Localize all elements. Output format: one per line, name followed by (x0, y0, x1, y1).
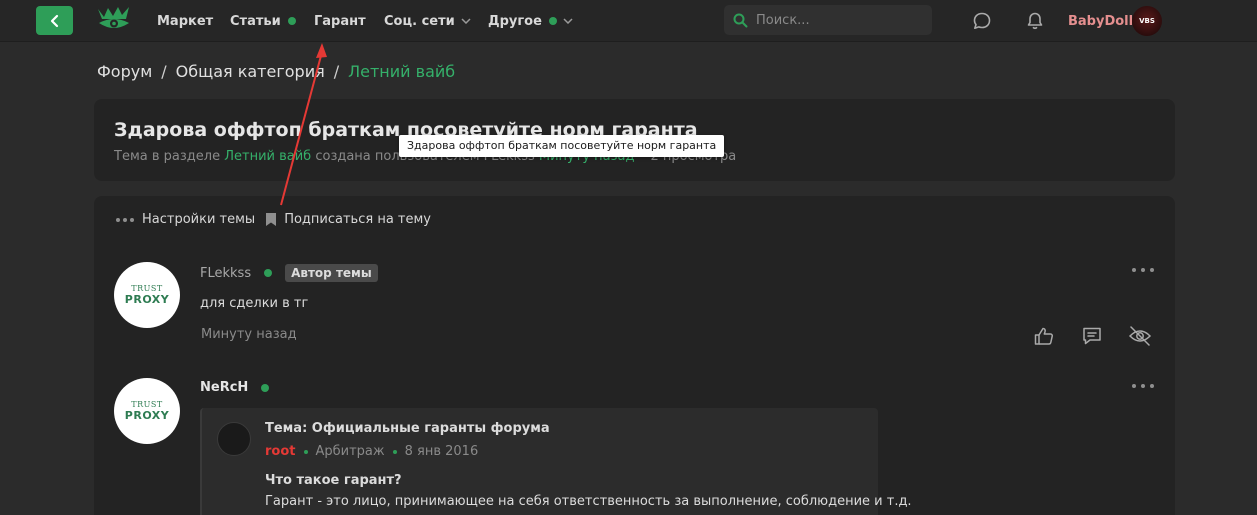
quote-user[interactable]: root (265, 444, 296, 459)
quote-avatar[interactable] (217, 422, 251, 456)
nav-market[interactable]: Маркет (157, 0, 213, 42)
avatar-text: VBS (1139, 17, 1155, 25)
breadcrumb-section[interactable]: Летний вайб (348, 62, 455, 81)
hide-button[interactable] (1127, 323, 1153, 349)
quote-body: Гарант - это лицо, принимающее на себя о… (265, 494, 912, 509)
reply-button[interactable] (1079, 323, 1105, 349)
thread-toolbar: Настройки темы Подписаться на тему (116, 212, 442, 227)
dot (1150, 268, 1154, 272)
online-dot (548, 17, 557, 25)
quote-section[interactable]: Арбитраж (316, 444, 385, 459)
dot (1132, 384, 1136, 388)
nav-other-label: Другое (488, 13, 542, 29)
bell-icon (1027, 12, 1043, 30)
avatar-text-bottom: PROXY (124, 409, 170, 422)
subscribe-label: Подписаться на тему (284, 212, 431, 227)
meta-dot (392, 449, 397, 454)
breadcrumb: Форум / Общая категория / Летний вайб (97, 60, 455, 82)
user-avatar[interactable]: VBS (1132, 6, 1162, 36)
nav-market-label: Маркет (157, 13, 214, 29)
chevron-left-icon (50, 14, 58, 27)
logo-icon (98, 7, 129, 28)
quote-block: Тема: Официальные гаранты форума root Ар… (200, 408, 912, 515)
bookmark-icon (266, 213, 277, 226)
quote-date: 8 янв 2016 (404, 444, 479, 459)
nav-guarantor[interactable]: Гарант (314, 0, 366, 42)
quote-title[interactable]: Тема: Официальные гаранты форума (265, 421, 550, 436)
chat-bubble-icon (973, 12, 991, 29)
breadcrumb-category[interactable]: Общая категория (176, 62, 325, 81)
search-icon (733, 13, 748, 27)
post-avatar[interactable]: TRUST PROXY (114, 378, 180, 444)
post-author-name[interactable]: NeRcH (200, 380, 248, 395)
author-badge: Автор темы (285, 264, 378, 282)
post-menu-button[interactable] (1132, 265, 1154, 275)
title-tooltip: Здарова оффтоп браткам посоветуйте норм … (399, 135, 725, 157)
nav-social-label: Соц. сети (384, 13, 455, 29)
avatar-text-top: TRUST (131, 400, 163, 409)
nav-social[interactable]: Соц. сети (384, 0, 471, 42)
quote-heading: Что такое гарант? (265, 473, 402, 488)
thread-settings-button[interactable]: Настройки темы (116, 212, 255, 227)
dot (1132, 268, 1136, 272)
subscribe-button[interactable]: Подписаться на тему (266, 212, 431, 227)
breadcrumb-separator: / (161, 61, 167, 81)
post-body: для сделки в тг (200, 296, 309, 311)
online-dot (261, 383, 270, 392)
chevron-down-icon (461, 18, 471, 24)
nav-guarantor-label: Гарант (314, 13, 366, 29)
meta-dot (303, 449, 308, 454)
username-link[interactable]: BabyDoll (1068, 0, 1133, 42)
avatar-text-top: TRUST (131, 284, 163, 293)
dot (1141, 384, 1145, 388)
like-button[interactable] (1031, 323, 1057, 349)
dots-horizontal-icon (116, 217, 134, 222)
chevron-down-icon (563, 18, 573, 24)
comment-icon (1083, 327, 1101, 345)
top-navbar: Маркет Статьи Гарант Соц. сети Другое Ba… (0, 0, 1257, 42)
dot (1150, 384, 1154, 388)
post-author-row: FLekkss Автор темы (200, 264, 378, 282)
online-dot (264, 269, 273, 277)
post-time[interactable]: Минуту назад (201, 327, 297, 342)
thread-settings-label: Настройки темы (142, 212, 256, 227)
post-author-row: NeRcH (200, 380, 270, 395)
messages-button[interactable] (970, 9, 994, 33)
post-author-name[interactable]: FLekkss (200, 266, 251, 281)
search-box[interactable] (724, 5, 932, 35)
dot (1141, 268, 1145, 272)
avatar-text-bottom: PROXY (124, 293, 170, 306)
eye-off-icon (1128, 326, 1152, 346)
site-logo[interactable] (96, 5, 132, 37)
post-menu-button[interactable] (1132, 381, 1154, 391)
notifications-button[interactable] (1023, 9, 1047, 33)
breadcrumb-forum[interactable]: Форум (97, 62, 152, 81)
thumbs-up-icon (1034, 327, 1054, 345)
post-avatar[interactable]: TRUST PROXY (114, 262, 180, 328)
search-input[interactable] (756, 12, 916, 28)
online-dot (287, 17, 296, 25)
meta-section-link[interactable]: Летний вайб (224, 149, 311, 164)
nav-articles-label: Статьи (230, 13, 281, 29)
back-button[interactable] (36, 6, 73, 35)
breadcrumb-separator: / (333, 61, 340, 81)
meta-prefix: Тема в разделе (114, 149, 221, 164)
nav-articles[interactable]: Статьи (230, 0, 296, 42)
nav-other[interactable]: Другое (488, 0, 573, 42)
quote-meta: root Арбитраж 8 янв 2016 (265, 444, 478, 459)
